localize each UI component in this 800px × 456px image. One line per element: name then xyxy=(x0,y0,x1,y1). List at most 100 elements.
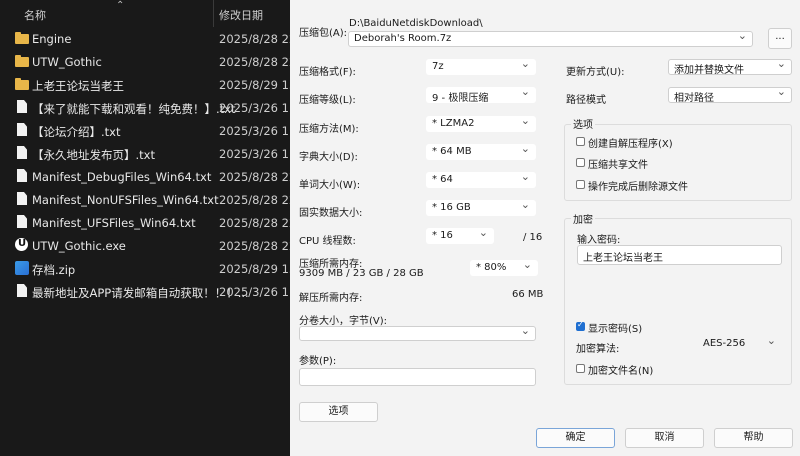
file-row[interactable]: 【永久地址发布页】.txt 2025/3/26 1:08 xyxy=(0,142,290,165)
file-row[interactable]: Manifest_DebugFiles_Win64.txt 2025/8/28 2… xyxy=(0,165,290,188)
file-date: 2025/3/26 1:08 xyxy=(219,147,290,161)
file-name: 最新地址及APP请发邮箱自动获取！！！... xyxy=(32,286,249,300)
file-date: 2025/3/26 1:07 xyxy=(219,101,290,115)
file-name: Engine xyxy=(32,32,72,46)
mem-value: 9309 MB / 23 GB / 28 GB xyxy=(299,268,424,279)
file-row[interactable]: Engine 2025/8/28 22:36 xyxy=(0,27,290,50)
file-name: UTW_Gothic.exe xyxy=(32,239,126,253)
level-value: 9 - 极限压缩 xyxy=(432,93,489,103)
shared-checkbox[interactable] xyxy=(576,158,585,167)
file-name: Manifest_DebugFiles_Win64.txt xyxy=(32,170,212,184)
params-input[interactable] xyxy=(299,368,536,386)
column-divider[interactable] xyxy=(213,0,214,27)
file-row[interactable]: 【来了就能下载和观看！纯免费！】.txt2025/3/26 1:07 xyxy=(0,96,290,119)
cpu-label: CPU 线程数: xyxy=(299,236,356,247)
file-row[interactable]: 上老王论坛当老王 2025/8/29 13:28 xyxy=(0,73,290,96)
file-row[interactable]: UTW_Gothic.exe 2025/8/28 22:35 xyxy=(0,234,290,257)
solid-select[interactable]: * 16 GB xyxy=(426,200,536,216)
format-label: 压缩格式(F): xyxy=(299,67,356,78)
file-row[interactable]: 最新地址及APP请发邮箱自动获取！！！...2025/3/26 1:08 xyxy=(0,280,290,303)
column-name-header[interactable]: 名称 xyxy=(24,7,46,23)
update-select[interactable]: 添加并替换文件 xyxy=(668,59,792,75)
path-value: 相对路径 xyxy=(674,93,714,103)
archive-name-value: Deborah's Room.7z xyxy=(354,33,452,44)
level-label: 压缩等级(L): xyxy=(299,95,356,106)
file-row[interactable]: Manifest_NonUFSFiles_Win64.txt 2025/8/28 … xyxy=(0,188,290,211)
file-date: 2025/8/28 22:36 xyxy=(219,32,290,46)
file-date: 2025/8/28 22:35 xyxy=(219,239,290,253)
file-row[interactable]: UTW_Gothic 2025/8/28 22:36 xyxy=(0,50,290,73)
ok-button[interactable]: 确定 xyxy=(536,428,615,448)
word-value: * 64 xyxy=(432,174,453,185)
text-file-icon xyxy=(17,192,27,205)
enc-names-checkbox[interactable] xyxy=(576,364,585,373)
zip-icon xyxy=(15,261,29,275)
options-group-title: 选项 xyxy=(571,116,595,131)
enc-method-select[interactable]: AES-256 xyxy=(697,336,782,352)
decomp-value: 66 MB xyxy=(512,289,544,300)
file-name: 【来了就能下载和观看！纯免费！】.txt xyxy=(32,102,236,116)
level-select[interactable]: 9 - 极限压缩 xyxy=(426,87,536,103)
file-name: Manifest_UFSFiles_Win64.txt xyxy=(32,216,196,230)
mem-percent-select[interactable]: * 80% xyxy=(470,260,538,276)
file-date: 2025/8/28 22:36 xyxy=(219,216,290,230)
file-date: 2025/8/28 22:36 xyxy=(219,55,290,69)
dict-value: * 64 MB xyxy=(432,146,472,157)
file-date: 2025/3/26 1:08 xyxy=(219,285,290,299)
file-date: 2025/8/28 22:36 xyxy=(219,193,290,207)
file-name: 上老王论坛当老王 xyxy=(32,79,124,93)
sfx-checkbox[interactable] xyxy=(576,137,585,146)
file-row[interactable]: 存档.zip 2025/8/29 13:28 xyxy=(0,257,290,280)
mem-percent-value: * 80% xyxy=(476,262,507,273)
delete-label: 操作完成后删除源文件 xyxy=(588,182,688,193)
file-date: 2025/8/29 13:28 xyxy=(219,262,290,276)
unreal-exe-icon xyxy=(15,238,28,251)
split-label: 分卷大小，字节(V): xyxy=(299,316,388,327)
format-select[interactable]: 7z xyxy=(426,59,536,75)
browse-button[interactable]: ... xyxy=(768,28,792,49)
cancel-button[interactable]: 取消 xyxy=(625,428,704,448)
decomp-label: 解压所需内存: xyxy=(299,293,363,304)
cpu-select[interactable]: * 16 xyxy=(426,228,494,244)
file-date: 2025/8/28 22:36 xyxy=(219,170,290,184)
help-button[interactable]: 帮助 xyxy=(714,428,793,448)
show-password-label: 显示密码(S) xyxy=(588,324,643,335)
dict-select[interactable]: * 64 MB xyxy=(426,144,536,160)
password-value: 上老王论坛当老王 xyxy=(583,253,663,264)
file-explorer: ⌃ 名称 修改日期 Engine2025/8/28 22:36UTW_Gothi… xyxy=(0,0,290,456)
file-name: 存档.zip xyxy=(32,263,76,277)
archive-name-input[interactable]: Deborah's Room.7z xyxy=(348,31,753,47)
word-select[interactable]: * 64 xyxy=(426,172,536,188)
text-file-icon xyxy=(17,123,27,136)
password-label: 输入密码: xyxy=(577,235,621,246)
text-file-icon xyxy=(17,215,27,228)
split-input[interactable] xyxy=(299,326,536,341)
folder-icon xyxy=(15,32,29,44)
cpu-value: * 16 xyxy=(432,230,453,241)
file-name: 【论坛介绍】.txt xyxy=(32,125,121,139)
params-label: 参数(P): xyxy=(299,356,337,367)
encrypt-group-title: 加密 xyxy=(571,211,595,226)
word-label: 单词大小(W): xyxy=(299,180,361,191)
file-date: 2025/8/29 13:28 xyxy=(219,78,290,92)
method-select[interactable]: * LZMA2 xyxy=(426,116,536,132)
text-file-icon xyxy=(17,284,27,297)
file-row[interactable]: Manifest_UFSFiles_Win64.txt 2025/8/28 22:… xyxy=(0,211,290,234)
show-password-checkbox[interactable] xyxy=(576,320,585,331)
path-select[interactable]: 相对路径 xyxy=(668,87,792,103)
column-header: ⌃ 名称 修改日期 xyxy=(0,0,290,27)
file-row[interactable]: 【论坛介绍】.txt 2025/3/26 1:08 xyxy=(0,119,290,142)
delete-checkbox[interactable] xyxy=(576,180,585,189)
archive-label: 压缩包(A): xyxy=(299,28,348,39)
solid-label: 固实数据大小: xyxy=(299,208,363,219)
column-date-header[interactable]: 修改日期 xyxy=(219,7,263,23)
password-input[interactable]: 上老王论坛当老王 xyxy=(577,245,782,265)
folder-icon xyxy=(15,78,29,90)
folder-icon xyxy=(15,55,29,67)
options-button[interactable]: 选项 xyxy=(299,402,378,422)
enc-names-label: 加密文件名(N) xyxy=(588,366,654,377)
sfx-label: 创建自解压程序(X) xyxy=(588,139,673,150)
method-label: 压缩方法(M): xyxy=(299,124,359,135)
solid-value: * 16 GB xyxy=(432,202,471,213)
enc-method-value: AES-256 xyxy=(703,338,746,349)
